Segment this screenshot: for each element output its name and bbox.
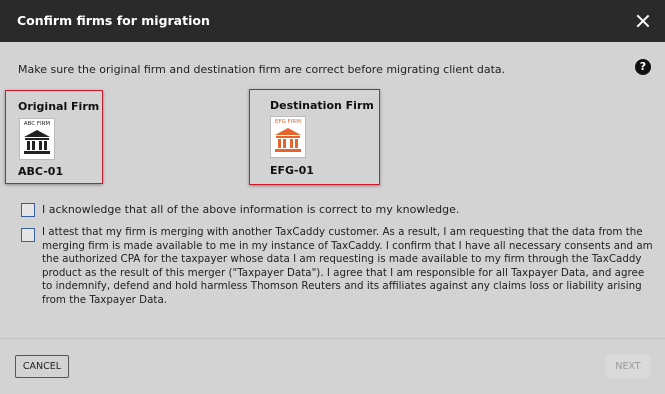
footer-divider [0,338,665,339]
bank-icon [275,128,301,152]
confirm-firms-dialog: Confirm firms for migration Make sure th… [0,0,665,394]
cancel-button[interactable]: CANCEL [15,355,69,378]
intro-text: Make sure the original firm and destinat… [18,63,506,76]
attest-text: I attest that my firm is merging with an… [42,226,653,306]
destination-firm-card: Destination Firm EFG FIRM EFG-01 [249,89,380,185]
dialog-title: Confirm firms for migration [17,13,210,28]
bank-icon [24,130,50,154]
original-firm-logo: ABC FIRM [19,118,55,160]
destination-firm-label: Destination Firm [270,99,374,112]
acknowledge-text: I acknowledge that all of the above info… [42,203,460,216]
original-firm-label: Original Firm [18,100,100,113]
original-firm-card: Original Firm ABC FIRM ABC-01 [5,90,103,184]
destination-firm-logo-text: EFG FIRM [274,119,301,125]
acknowledge-checkbox[interactable] [21,203,35,217]
destination-firm-logo: EFG FIRM [270,116,306,158]
close-icon[interactable] [634,12,652,30]
attest-checkbox[interactable] [21,228,35,242]
help-icon[interactable]: ? [635,59,651,75]
original-firm-code: ABC-01 [18,165,64,178]
dialog-header: Confirm firms for migration [0,0,665,42]
original-firm-logo-text: ABC FIRM [23,121,51,127]
next-button[interactable]: NEXT [606,355,650,378]
destination-firm-code: EFG-01 [270,164,314,177]
